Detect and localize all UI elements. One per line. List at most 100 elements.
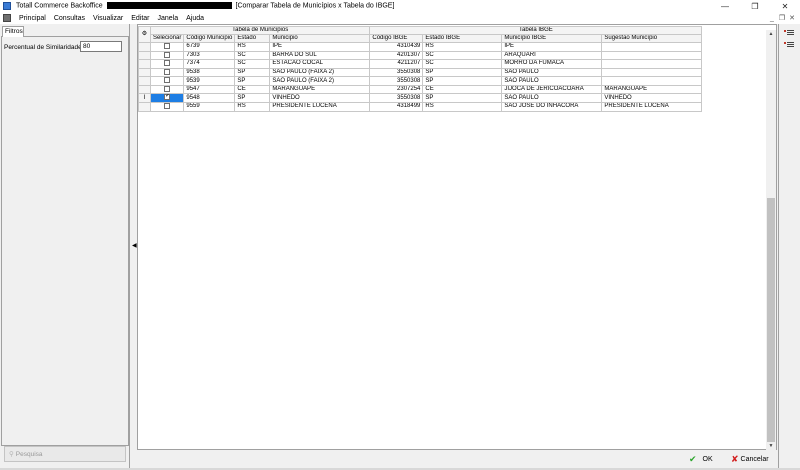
cell-municipio-ibge[interactable]: ARAQUARI — [501, 50, 603, 61]
row-indicator[interactable] — [138, 42, 151, 52]
menu-consultas[interactable]: Consultas — [50, 15, 89, 22]
cell-codigo-ibge[interactable]: 3550308 — [369, 76, 424, 86]
menu-visualizar[interactable]: Visualizar — [89, 15, 127, 22]
menu-editar[interactable]: Editar — [127, 15, 153, 22]
cell-sugestao[interactable]: PRESIDENTE LUCENA — [601, 102, 703, 112]
search-button[interactable]: ⚲ Pesquisa — [4, 446, 126, 462]
cell-estado-ibge[interactable]: SP — [422, 93, 503, 104]
cell-sugestao[interactable]: MARANGUAPE — [601, 84, 703, 95]
cell-municipio[interactable]: SAO PAULO (FAIXA 2) — [269, 67, 371, 78]
cell-sugestao[interactable] — [601, 50, 703, 61]
menu-ajuda[interactable]: Ajuda — [182, 15, 208, 22]
column-header-codigo-municipio[interactable]: Código Municipio — [183, 34, 236, 43]
cell-codigo[interactable]: 9539 — [183, 76, 236, 86]
column-header-municipio[interactable]: Municipio — [269, 34, 371, 43]
select-checkbox[interactable] — [164, 94, 170, 101]
cell-sugestao[interactable] — [601, 59, 703, 69]
column-header-codigo-ibge[interactable]: Código IBGE — [369, 34, 424, 43]
scrollbar-thumb[interactable] — [767, 198, 775, 442]
tab-filtros[interactable]: Filtros — [2, 26, 24, 37]
row-indicator[interactable] — [138, 76, 151, 86]
select-cell[interactable] — [149, 76, 185, 86]
grid-corner[interactable]: ⚙ — [138, 26, 151, 43]
table-row[interactable]: 9547 CE MARANGUAPE 2307254 CE JIJOCA DE … — [138, 84, 703, 95]
row-indicator[interactable]: I — [138, 93, 151, 104]
cell-estado-ibge[interactable]: SC — [422, 50, 503, 61]
menu-janela[interactable]: Janela — [154, 15, 183, 22]
cell-municipio[interactable]: IPE — [269, 42, 371, 52]
cell-estado[interactable]: RS — [234, 42, 271, 52]
cell-estado[interactable]: SC — [234, 59, 271, 69]
cell-estado[interactable]: SC — [234, 50, 271, 61]
ok-button[interactable]: ✔ OK — [689, 453, 713, 465]
mdi-close-button[interactable]: ✕ — [787, 14, 797, 22]
select-checkbox[interactable] — [164, 43, 171, 49]
collapse-arrow-icon[interactable]: ◀ — [132, 242, 137, 249]
table-row[interactable]: 7303 SC BARRA DO SUL 4201307 SC ARAQUARI — [138, 50, 703, 61]
cell-municipio-ibge[interactable]: SAO JOSE DO INHACORA — [501, 102, 603, 112]
maximize-button[interactable]: ❐ — [740, 0, 770, 12]
column-header-municipio-ibge[interactable]: Município IBGE — [501, 34, 603, 43]
scroll-down-arrow-icon[interactable]: ▼ — [766, 442, 776, 450]
cell-codigo-ibge[interactable]: 4318499 — [369, 102, 424, 112]
row-indicator[interactable] — [138, 102, 151, 112]
cell-municipio[interactable]: MARANGUAPE — [269, 84, 371, 95]
select-checkbox[interactable] — [164, 52, 171, 58]
cell-codigo[interactable]: 6739 — [183, 42, 236, 52]
cell-estado[interactable]: SP — [234, 76, 271, 86]
cell-municipio[interactable]: ESTACAO COCAL — [269, 59, 371, 69]
cell-municipio-ibge[interactable]: JIJOCA DE JERICOACOARA — [501, 84, 603, 95]
details-view-icon[interactable] — [784, 41, 794, 49]
cell-municipio[interactable]: PRESIDENTE LUCENA — [269, 102, 371, 112]
table-row[interactable]: 9539 SP SAO PAULO (FAIXA 2) 3550308 SP S… — [138, 76, 703, 86]
table-row[interactable]: 9538 SP SAO PAULO (FAIXA 2) 3550308 SP S… — [138, 67, 703, 78]
column-header-selecionar[interactable]: Selecionar — [149, 34, 185, 43]
cell-codigo-ibge[interactable]: 4201307 — [369, 50, 424, 61]
cell-sugestao[interactable]: VINHEDO — [601, 93, 703, 104]
select-cell[interactable] — [149, 102, 185, 112]
cell-estado[interactable]: CE — [234, 84, 271, 95]
cell-municipio-ibge[interactable]: SAO PAULO — [501, 93, 603, 104]
similarity-input[interactable] — [80, 41, 122, 52]
mdi-restore-button[interactable]: ❐ — [777, 14, 787, 22]
select-cell[interactable] — [149, 59, 185, 69]
cell-estado[interactable]: SP — [234, 67, 271, 78]
mdi-minimize-button[interactable]: _ — [767, 15, 777, 22]
select-cell[interactable] — [149, 84, 185, 95]
cell-codigo[interactable]: 9538 — [183, 67, 236, 78]
column-header-estado[interactable]: Estado — [234, 34, 271, 43]
select-checkbox[interactable] — [164, 69, 171, 75]
cell-codigo-ibge[interactable]: 4211207 — [369, 59, 424, 69]
cell-sugestao[interactable] — [601, 76, 703, 86]
table-row-active[interactable]: I 9548 SP VINHEDO 3550308 SP SAO PAULO V… — [138, 93, 703, 104]
cell-codigo[interactable]: 9547 — [183, 84, 236, 95]
table-row[interactable]: 9559 RS PRESIDENTE LUCENA 4318499 RS SAO… — [138, 102, 703, 112]
cancel-button[interactable]: ✘ Cancelar — [731, 453, 769, 465]
row-indicator[interactable] — [138, 67, 151, 78]
cell-municipio[interactable]: SAO PAULO (FAIXA 2) — [269, 76, 371, 86]
close-button[interactable]: ✕ — [770, 0, 800, 12]
cell-estado-ibge[interactable]: SC — [422, 59, 503, 69]
cell-codigo-ibge[interactable]: 2307254 — [369, 84, 424, 95]
cell-codigo-ibge[interactable]: 3550308 — [369, 67, 424, 78]
minimize-button[interactable]: — — [710, 0, 740, 12]
cell-municipio-ibge[interactable]: SAO PAULO — [501, 76, 603, 86]
cell-estado[interactable]: SP — [234, 93, 271, 104]
cell-estado-ibge[interactable]: SP — [422, 76, 503, 86]
cell-codigo-ibge[interactable]: 3550308 — [369, 93, 424, 104]
table-row[interactable]: 7374 SC ESTACAO COCAL 4211207 SC MORRO D… — [138, 59, 703, 69]
select-cell[interactable] — [149, 67, 185, 78]
cell-estado-ibge[interactable]: RS — [422, 42, 503, 52]
cell-codigo[interactable]: 7303 — [183, 50, 236, 61]
select-cell[interactable] — [149, 93, 185, 104]
select-checkbox[interactable] — [164, 103, 171, 110]
column-chooser-icon[interactable]: ⚙ — [142, 31, 147, 37]
cell-codigo[interactable]: 9548 — [183, 93, 236, 104]
cell-municipio[interactable]: VINHEDO — [269, 93, 371, 104]
column-header-estado-ibge[interactable]: Estado IBGE — [422, 34, 503, 43]
select-checkbox[interactable] — [164, 60, 171, 67]
row-indicator[interactable] — [138, 50, 151, 61]
select-cell[interactable] — [149, 50, 185, 61]
cell-codigo[interactable]: 7374 — [183, 59, 236, 69]
select-checkbox[interactable] — [164, 86, 171, 92]
